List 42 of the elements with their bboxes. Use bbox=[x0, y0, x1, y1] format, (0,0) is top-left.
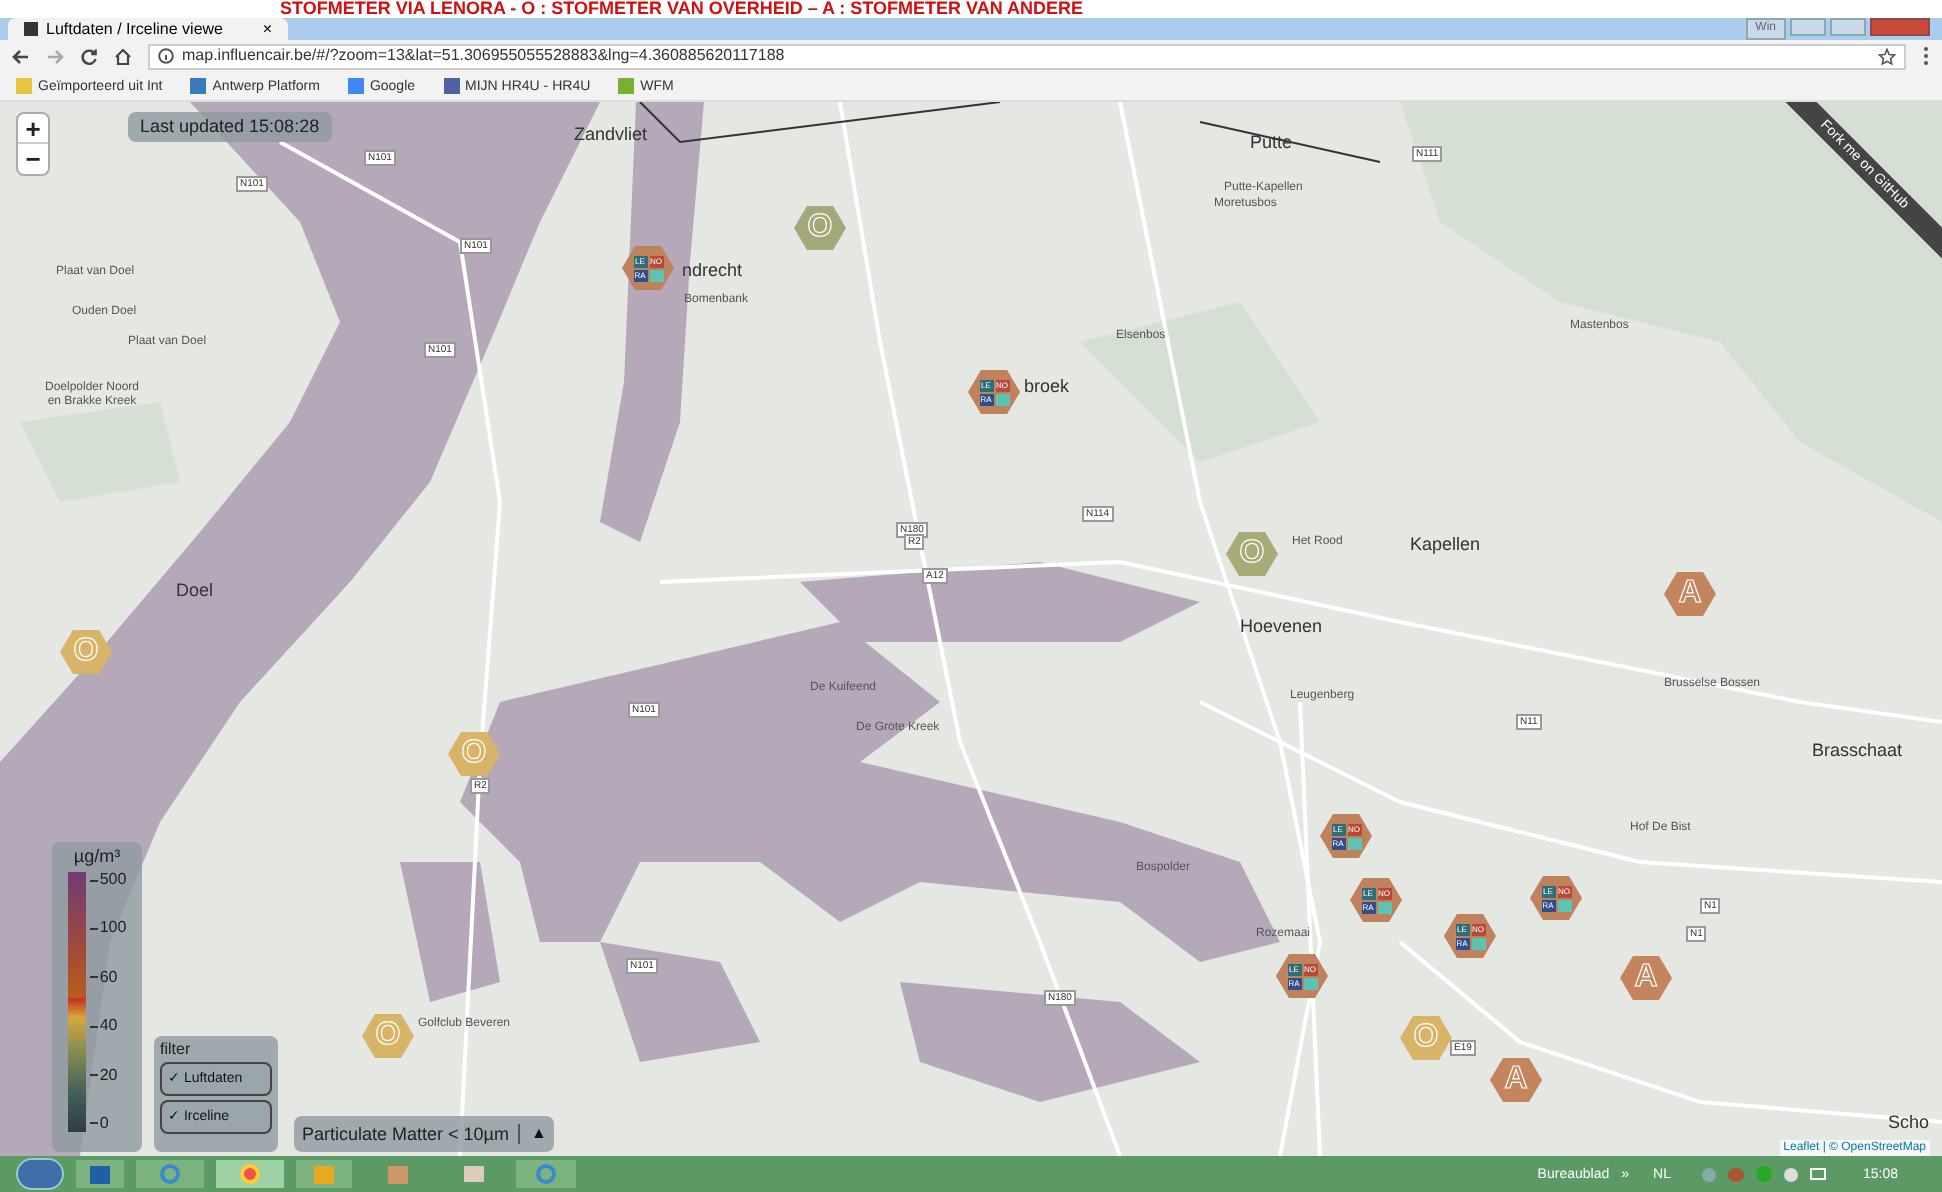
banner-text: STOFMETER VIA LENORA - O : STOFMETER VAN OVERHEID – A : STOFMETER VAN ANDERE bbox=[280, 0, 1084, 18]
close-tab-button[interactable]: × bbox=[262, 21, 272, 37]
minimize-button[interactable] bbox=[1790, 18, 1826, 36]
last-updated-label: Last updated 15:08:28 bbox=[128, 112, 332, 142]
place-label: Zandvliet bbox=[574, 126, 648, 144]
legend-tick-label: 40 bbox=[99, 1018, 118, 1035]
address-bar[interactable]: map.influencair.be/#/?zoom=13&lat=51.306955055528883&lng=4.360885620117188 bbox=[148, 43, 1906, 69]
browser-app-icon[interactable] bbox=[216, 1160, 284, 1188]
zoom-out-button[interactable]: − bbox=[18, 144, 48, 174]
menu-icon[interactable] bbox=[1922, 46, 1930, 66]
star-icon[interactable] bbox=[1878, 47, 1896, 65]
filter-title: filter bbox=[160, 1042, 193, 1058]
place-label: Kapellen bbox=[1410, 536, 1481, 554]
legend-tick-label: 100 bbox=[99, 920, 127, 937]
pollutant-selector[interactable]: Particulate Matter < 10µm ▲ bbox=[294, 1116, 555, 1152]
reload-icon[interactable] bbox=[80, 47, 98, 65]
forward-arrow-icon[interactable] bbox=[46, 47, 64, 65]
network-icon[interactable] bbox=[1810, 1168, 1827, 1180]
browser-tab[interactable]: Luftdaten / Irceline viewe × bbox=[8, 18, 288, 40]
legend-tick-label: 60 bbox=[99, 969, 118, 986]
mail-app-icon[interactable] bbox=[76, 1160, 124, 1188]
back-arrow-icon[interactable] bbox=[12, 47, 30, 65]
zoom-in-button[interactable]: + bbox=[18, 114, 48, 144]
info-icon bbox=[158, 48, 174, 64]
place-label: Doel bbox=[176, 582, 214, 600]
page-icon bbox=[24, 22, 38, 36]
place-label: ndrecht bbox=[682, 262, 743, 280]
close-window-button[interactable] bbox=[1870, 18, 1930, 36]
place-label: Brasschaat bbox=[1812, 742, 1903, 760]
legend-tick-label: 500 bbox=[99, 872, 127, 888]
place-label: Scho bbox=[1888, 1114, 1930, 1132]
legend-unit: µg/m³ bbox=[73, 848, 121, 866]
place-label: Hoevenen bbox=[1240, 618, 1323, 636]
legend-tick-label: 0 bbox=[99, 1115, 109, 1132]
browser-app-icon[interactable] bbox=[136, 1160, 204, 1188]
home-icon[interactable] bbox=[114, 47, 132, 65]
start-button[interactable] bbox=[16, 1158, 64, 1190]
legend-tick-label: 20 bbox=[99, 1067, 118, 1084]
place-label: broek bbox=[1024, 378, 1070, 396]
browser-app-icon[interactable] bbox=[516, 1160, 576, 1188]
maximize-button[interactable] bbox=[1830, 18, 1866, 36]
toggle-button[interactable]: ▲ bbox=[530, 1126, 547, 1142]
